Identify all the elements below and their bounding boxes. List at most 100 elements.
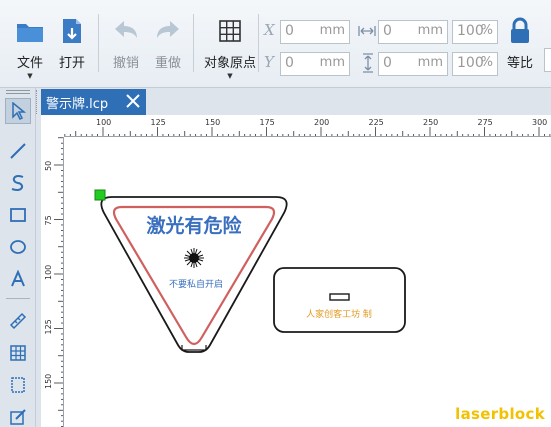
chevron-down-icon: ▼ — [227, 72, 233, 80]
redo-button[interactable]: 重做 — [148, 14, 188, 84]
tab-title: 警示牌.lcp — [46, 97, 109, 112]
height-unit: mm — [417, 55, 443, 70]
table-tool[interactable] — [5, 340, 31, 366]
chevron-down-icon: ▼ — [27, 72, 33, 80]
ruler-corner — [41, 115, 64, 137]
undo-button[interactable]: 撤销 — [106, 14, 146, 84]
close-icon[interactable] — [123, 91, 143, 111]
rectangle-tool[interactable] — [5, 202, 31, 228]
width-input[interactable]: 0 mm — [378, 20, 448, 44]
height-input[interactable]: 0 mm — [378, 52, 448, 76]
edit-tool[interactable] — [5, 404, 31, 427]
document-tabs: 警示牌.lcp — [36, 88, 551, 115]
proportional-lock-button[interactable]: 等比 — [500, 14, 540, 84]
scale-height-unit: % — [480, 55, 493, 70]
height-value: 0 — [383, 55, 392, 71]
width-arrow-icon — [358, 26, 376, 36]
ruler-label: 200 — [314, 118, 329, 127]
tab-document[interactable]: 警示牌.lcp — [41, 89, 146, 115]
y-value: 0 — [285, 55, 294, 71]
ruler-tool[interactable] — [5, 308, 31, 334]
ellipse-tool[interactable] — [5, 234, 31, 260]
text-icon — [11, 270, 25, 287]
width-unit: mm — [417, 23, 443, 38]
overflow-field[interactable] — [544, 48, 551, 72]
frame-icon — [11, 377, 25, 393]
y-position-input[interactable]: 0 mm — [280, 52, 350, 76]
warning-subtitle: 不要私自开启 — [169, 278, 223, 290]
ruler-label: 125 — [151, 118, 166, 127]
plate-text: 人家创客工坊 制 — [306, 308, 372, 320]
file-button[interactable]: 文件 ▼ — [10, 14, 50, 84]
design-canvas[interactable]: 激光有危险 不要私自开启 人家创客工坊 制 laserblock — [64, 137, 551, 427]
sign-tab-slot — [181, 345, 207, 351]
horizontal-ruler-scale: 100 125 150 175 200 225 250 275 300 — [64, 118, 551, 136]
tab-grip — [36, 90, 40, 114]
ruler-label: 250 — [423, 118, 438, 127]
warning-title: 激光有危险 — [146, 214, 242, 237]
curve-icon — [11, 175, 24, 191]
toolbar-divider — [98, 14, 99, 72]
x-value: 0 — [285, 23, 294, 39]
ruler-label: 225 — [369, 118, 384, 127]
x-unit: mm — [319, 23, 345, 38]
tool-divider — [6, 298, 30, 299]
canvas-drawing: 激光有危险 不要私自开启 人家创客工坊 制 — [94, 189, 406, 353]
horizontal-ruler: 100 125 150 175 200 225 250 275 300 — [64, 115, 551, 137]
object-origin-button[interactable]: 对象原点 ▼ — [200, 14, 260, 84]
ruler-icon — [9, 312, 27, 330]
object-origin-label: 对象原点 — [203, 56, 256, 71]
x-label: X — [264, 21, 275, 39]
watermark-logo: laserblock — [455, 405, 545, 423]
select-tool[interactable] — [5, 98, 31, 124]
vertical-ruler: 5075100125150175 — [41, 137, 64, 427]
ellipse-icon — [10, 240, 26, 254]
warning-sign[interactable]: 激光有危险 不要私自开启 — [100, 196, 288, 353]
undo-label: 撤销 — [112, 56, 139, 71]
grid-origin-icon — [219, 20, 241, 42]
palette-grip[interactable] — [6, 90, 30, 94]
tool-palette — [0, 88, 36, 427]
toolbar-divider — [258, 14, 259, 72]
laser-starburst-icon — [184, 248, 204, 268]
ruler-label: 100 — [96, 118, 111, 127]
toolbar-divider — [193, 14, 194, 72]
line-tool[interactable] — [5, 138, 31, 164]
x-position-input[interactable]: 0 mm — [280, 20, 350, 44]
text-tool[interactable] — [5, 266, 31, 292]
name-plate[interactable]: 人家创客工坊 制 — [273, 267, 406, 333]
scale-height-input[interactable]: 100 % — [452, 52, 498, 76]
ruler-label: 100 — [44, 265, 53, 280]
pointer-icon — [12, 102, 26, 120]
line-icon — [10, 143, 26, 159]
scale-width-input[interactable]: 100 % — [452, 20, 498, 44]
y-unit: mm — [319, 55, 345, 70]
ruler-label: 175 — [260, 118, 275, 127]
curve-tool[interactable] — [5, 170, 31, 196]
ruler-label: 300 — [532, 118, 547, 127]
undo-icon — [115, 21, 137, 38]
edit-icon — [10, 409, 26, 425]
scale-width-unit: % — [480, 23, 493, 38]
ruler-label: 150 — [44, 374, 53, 389]
ruler-label: 125 — [44, 319, 53, 334]
main-toolbar: 文件 ▼ 打开 撤销 重做 对象原点 ▼ X 0 mm Y 0 mm 0 mm … — [0, 0, 551, 88]
width-value: 0 — [383, 23, 392, 39]
open-button[interactable]: 打开 — [52, 14, 92, 84]
ruler-label: 50 — [44, 161, 53, 171]
y-label: Y — [264, 53, 274, 71]
frame-tool[interactable] — [5, 372, 31, 398]
ruler-label: 75 — [44, 215, 53, 225]
ruler-label: 275 — [478, 118, 493, 127]
vertical-ruler-scale: 5075100125150175 — [44, 137, 63, 427]
lock-icon — [511, 17, 529, 43]
proportional-label: 等比 — [506, 56, 533, 71]
app-window: 文件 ▼ 打开 撤销 重做 对象原点 ▼ X 0 mm Y 0 mm 0 mm … — [0, 0, 551, 427]
file-label: 文件 — [16, 56, 43, 71]
rectangle-icon — [10, 208, 26, 222]
ruler-label: 150 — [205, 118, 220, 127]
table-icon — [10, 345, 26, 361]
open-file-icon — [63, 19, 81, 43]
selection-handle[interactable] — [94, 189, 106, 201]
plate-slot — [329, 293, 350, 301]
